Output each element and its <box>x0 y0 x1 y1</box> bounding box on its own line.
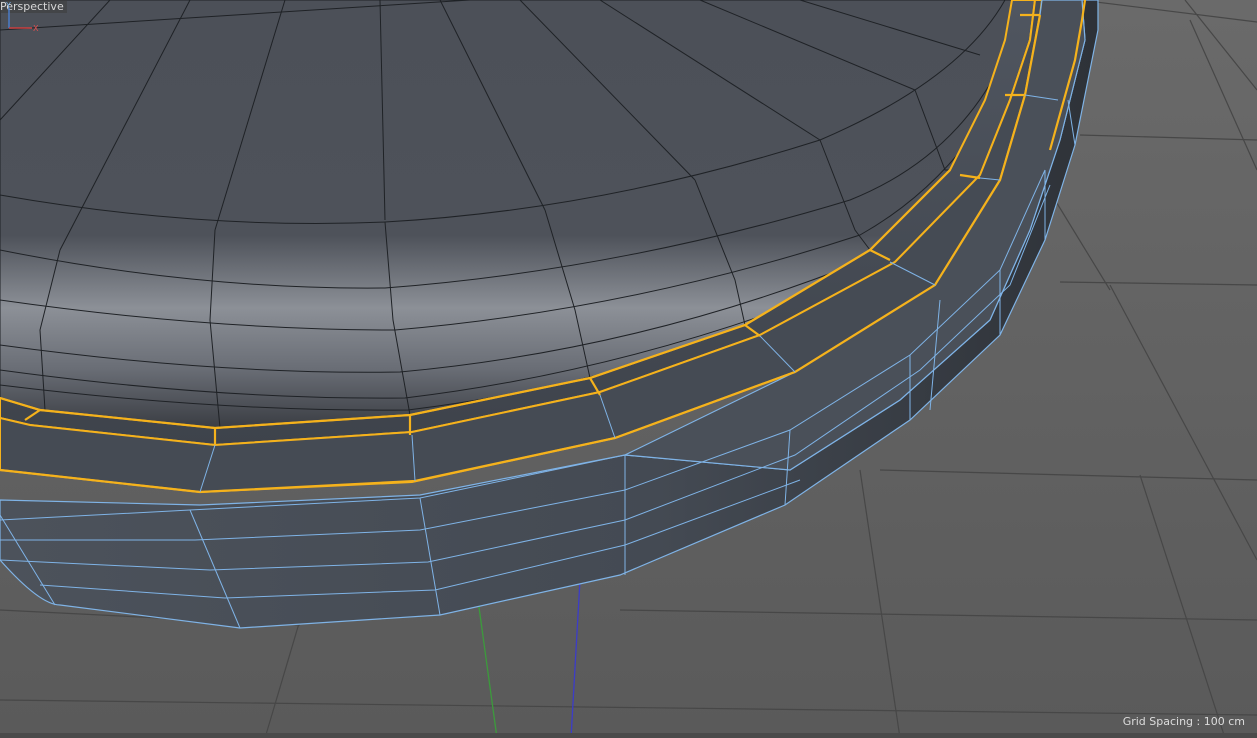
3d-viewport[interactable]: Perspective Y X Grid Spacing : 100 cm <box>0 0 1257 738</box>
axis-x-label: X <box>33 24 39 33</box>
axis-y-label: Y <box>5 1 11 10</box>
axis-gizmo: Y X <box>5 1 39 33</box>
grid-spacing-readout: Grid Spacing : 100 cm <box>1122 715 1245 728</box>
viewport-canvas[interactable] <box>0 0 1257 738</box>
viewport-bottom-border <box>0 733 1257 738</box>
